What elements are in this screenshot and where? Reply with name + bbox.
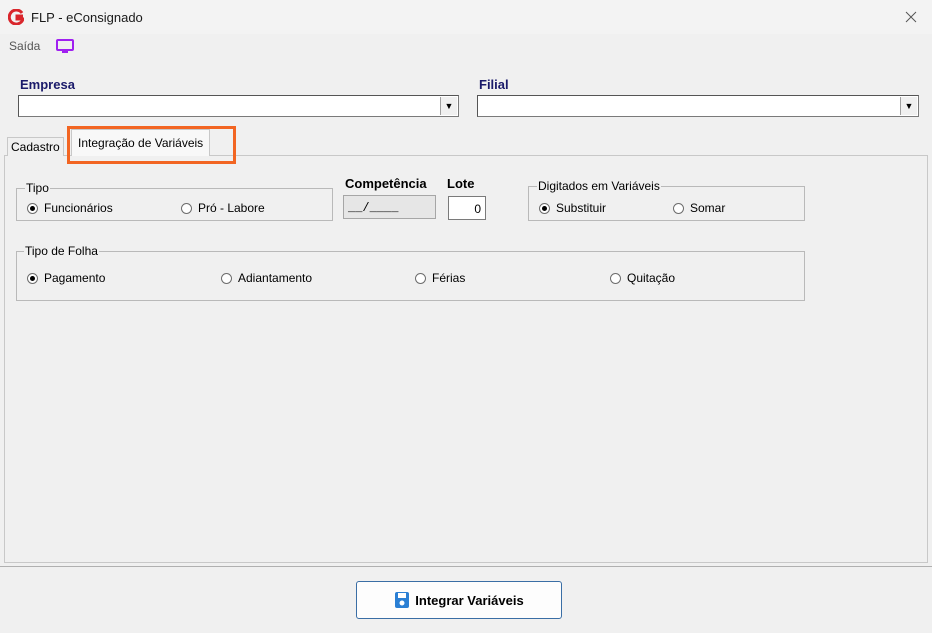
radio-label: Adiantamento xyxy=(238,271,313,285)
filial-label: Filial xyxy=(479,77,509,92)
tipo-folha-group: Tipo de Folha Pagamento Adiantamento Fér… xyxy=(16,244,805,301)
monitor-icon[interactable] xyxy=(55,38,75,54)
tab-cadastro[interactable]: Cadastro xyxy=(7,137,64,156)
competencia-label: Competência xyxy=(345,176,427,191)
radio-label: Pagamento xyxy=(44,271,106,285)
radio-checked-icon xyxy=(27,202,38,214)
chevron-down-icon[interactable]: ▼ xyxy=(900,97,917,115)
digitados-group-title: Digitados em Variáveis xyxy=(537,179,661,193)
window-title: FLP - eConsignado xyxy=(31,10,143,25)
radio-unchecked-icon xyxy=(610,272,621,284)
radio-adiantamento[interactable]: Adiantamento xyxy=(221,271,312,285)
empresa-select[interactable]: ▼ xyxy=(18,95,459,117)
integrar-variaveis-button[interactable]: Integrar Variáveis xyxy=(356,581,562,619)
menu-saida[interactable]: Saída xyxy=(9,39,40,53)
radio-pagamento[interactable]: Pagamento xyxy=(27,271,105,285)
lote-label: Lote xyxy=(447,176,475,191)
integrar-label: Integrar Variáveis xyxy=(415,592,524,608)
tab-integracao-variaveis[interactable]: Integração de Variáveis xyxy=(71,129,211,156)
competencia-input[interactable]: __/____ xyxy=(343,195,436,219)
tipo-group: Tipo Funcionários Pró - Labore xyxy=(16,181,333,221)
radio-somar[interactable]: Somar xyxy=(673,201,725,215)
empresa-label: Empresa xyxy=(20,77,75,92)
save-icon xyxy=(395,592,410,608)
radio-ferias[interactable]: Férias xyxy=(415,271,465,285)
radio-checked-icon xyxy=(539,202,550,214)
bottom-separator xyxy=(0,566,932,567)
radio-checked-icon xyxy=(27,272,38,284)
radio-substituir[interactable]: Substituir xyxy=(539,201,606,215)
radio-label: Substituir xyxy=(556,201,607,215)
radio-unchecked-icon xyxy=(673,202,684,214)
radio-quitacao[interactable]: Quitação xyxy=(610,271,675,285)
close-button[interactable] xyxy=(898,4,924,30)
radio-label: Funcionários xyxy=(44,201,113,215)
radio-label: Férias xyxy=(432,271,466,285)
radio-label: Pró - Labore xyxy=(198,201,265,215)
radio-unchecked-icon xyxy=(181,202,192,214)
radio-pro-labore[interactable]: Pró - Labore xyxy=(181,201,265,215)
tipo-folha-group-title: Tipo de Folha xyxy=(24,244,99,258)
lote-input[interactable]: 0 xyxy=(448,196,486,220)
radio-label: Somar xyxy=(690,201,726,215)
radio-funcionarios[interactable]: Funcionários xyxy=(27,201,113,215)
digitados-group: Digitados em Variáveis Substituir Somar xyxy=(528,179,805,221)
filial-select[interactable]: ▼ xyxy=(477,95,919,117)
radio-unchecked-icon xyxy=(221,272,232,284)
chevron-down-icon[interactable]: ▼ xyxy=(440,97,457,115)
radio-label: Quitação xyxy=(627,271,676,285)
radio-unchecked-icon xyxy=(415,272,426,284)
app-logo-icon xyxy=(8,9,24,25)
tipo-group-title: Tipo xyxy=(25,181,50,195)
close-icon xyxy=(905,11,917,23)
